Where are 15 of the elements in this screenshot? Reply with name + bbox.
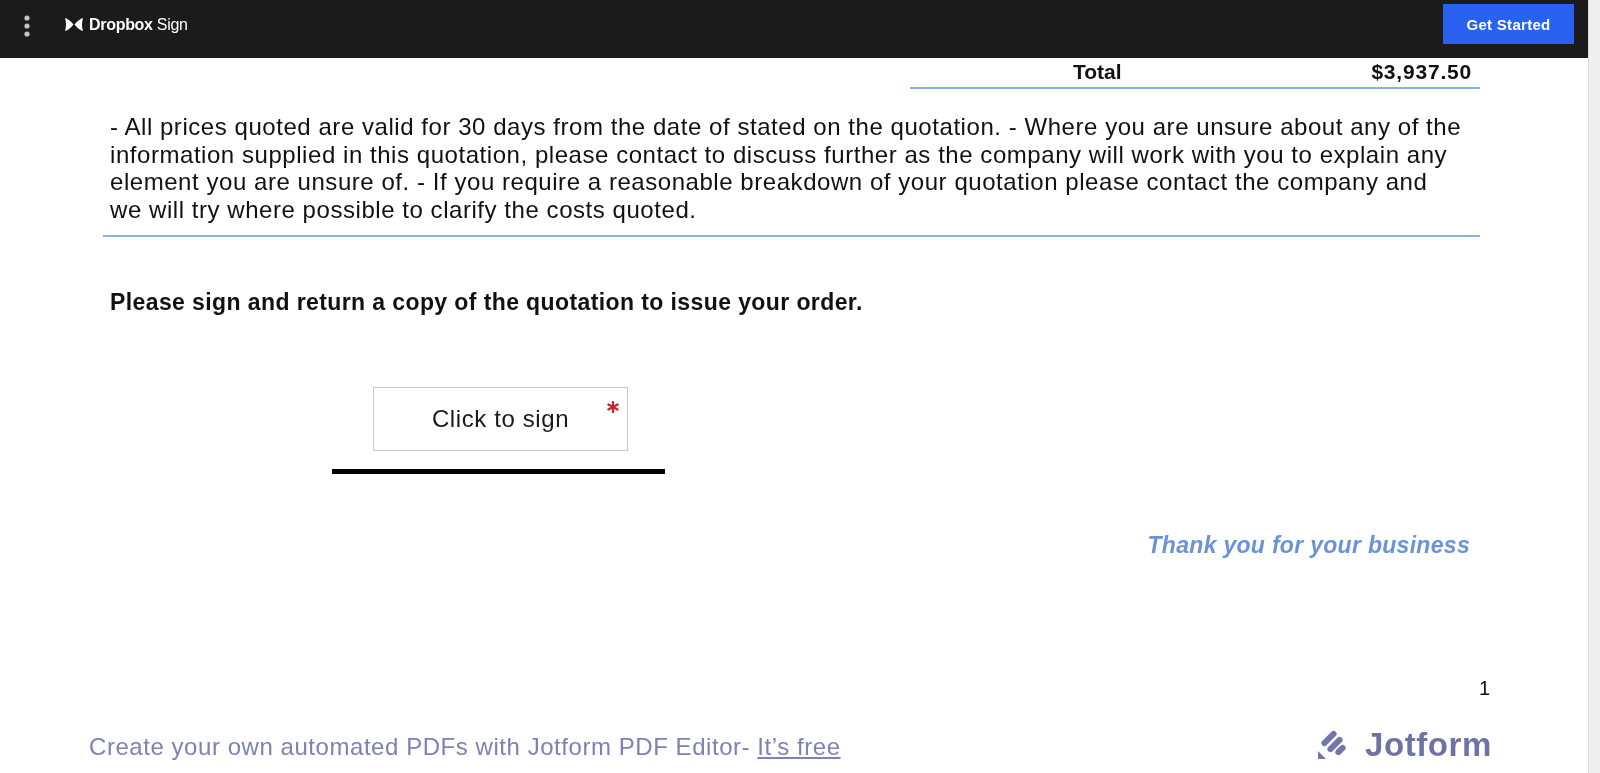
jotform-logo-text: Jotform xyxy=(1364,726,1492,764)
get-started-button[interactable]: Get Started xyxy=(1443,4,1574,44)
more-options-icon[interactable] xyxy=(24,15,30,37)
sign-instruction: Please sign and return a copy of the quotation to issue your order. xyxy=(110,289,864,315)
bowtie-logo-icon xyxy=(65,18,83,31)
promo-text: Create your own automated PDFs with Jotform PDF Editor- It’s free xyxy=(89,733,841,761)
page-number: 1 xyxy=(1478,676,1490,700)
free-link[interactable]: It’s free xyxy=(757,733,841,760)
terms-paragraph: - All prices quoted are valid for 30 days from the date of stated on the quotation. - Where you are unsure about any of the information supplied in this quotation, please contact to discuss further as the company will work with you to explain any element you are unsure of. - If you require a reasonable breakdown of your quotation please contact the company and we will try where possible to clarify the costs quoted. xyxy=(110,113,1463,223)
brand-name: Dropbox Sign xyxy=(89,15,188,34)
jotform-logo-icon xyxy=(1316,730,1347,760)
total-label: Total xyxy=(1073,60,1122,84)
total-value: $3,937.50 xyxy=(1371,60,1472,84)
signature-field[interactable]: Click to sign xyxy=(373,387,628,451)
closing-text: Thank you for your business xyxy=(1147,532,1470,558)
